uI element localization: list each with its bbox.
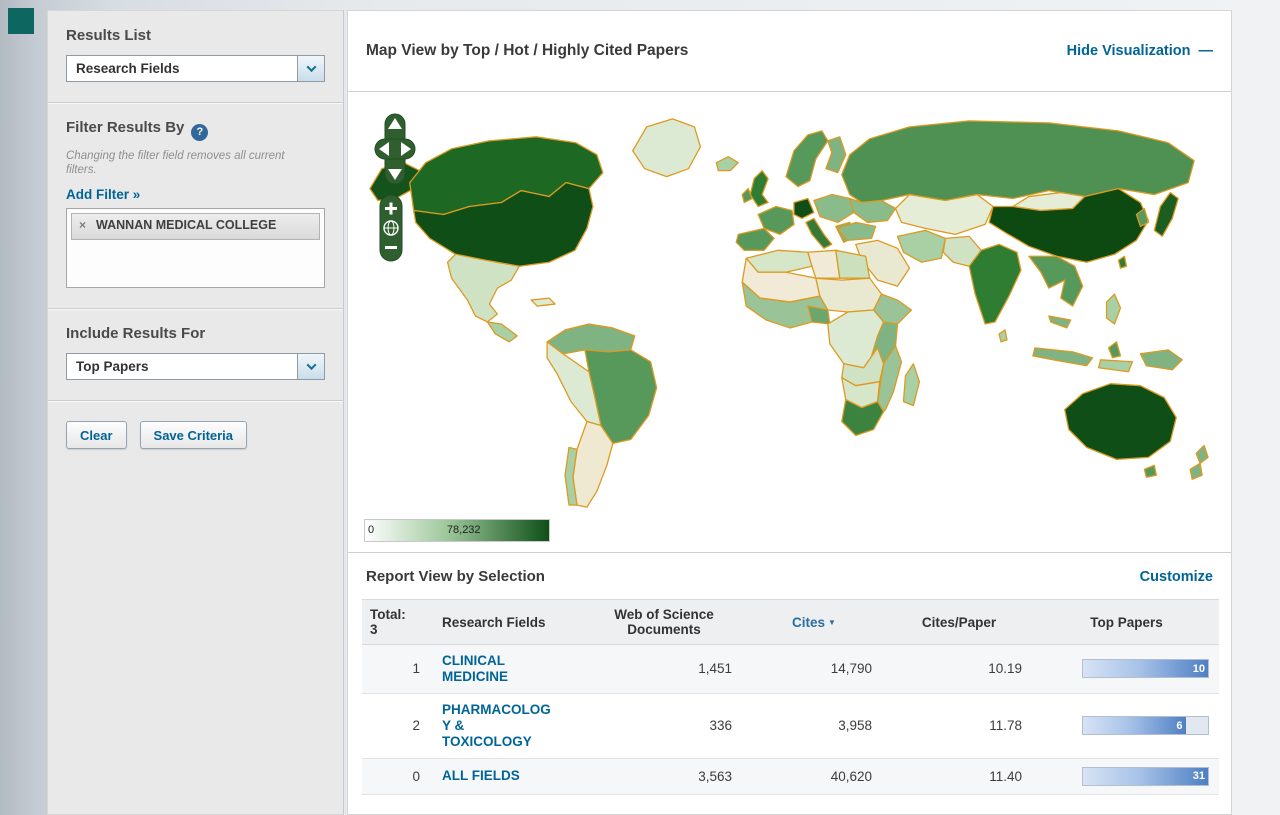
chevron-down-icon (306, 62, 316, 72)
main-panel: Map View by Top / Hot / Highly Cited Pap… (347, 10, 1232, 815)
include-results-title: Include Results For (66, 325, 325, 342)
active-filter-list: × WANNAN MEDICAL COLLEGE (66, 208, 325, 288)
dropdown-button[interactable] (297, 354, 324, 379)
filter-sidebar: Results List Research Fields Filter Resu… (47, 10, 344, 815)
map-view-title: Map View by Top / Hot / Highly Cited Pap… (366, 42, 688, 60)
clear-button[interactable]: Clear (66, 421, 127, 449)
chevron-down-icon (306, 361, 316, 371)
results-list-value: Research Fields (76, 61, 180, 76)
include-results-section: Include Results For Top Papers (48, 309, 343, 401)
include-results-value: Top Papers (76, 359, 149, 374)
cell-cites-per-paper: 10.19 (884, 645, 1034, 694)
table-row: 1 CLINICAL MEDICINE 1,451 14,790 10.19 1… (362, 645, 1219, 694)
legend-max-label: 78,232 (447, 524, 481, 536)
filter-results-section: Filter Results By? Changing the filter f… (48, 103, 343, 309)
map-region-europe (716, 131, 855, 250)
column-cites[interactable]: Cites▼ (744, 600, 884, 645)
cell-cites: 14,790 (744, 645, 884, 694)
cell-docs: 3,563 (584, 758, 744, 794)
cell-cites: 40,620 (744, 758, 884, 794)
sort-desc-icon: ▼ (828, 618, 836, 627)
report-view-header: Report View by Selection Customize (348, 552, 1231, 597)
cell-docs: 336 (584, 693, 744, 758)
zoom-out-icon (385, 246, 397, 249)
top-papers-value: 6 (1176, 720, 1185, 732)
table-header-row: Total: 3 Research Fields Web of Science … (362, 600, 1219, 645)
top-papers-bar: 10 (1082, 659, 1209, 678)
save-criteria-button[interactable]: Save Criteria (140, 421, 248, 449)
map-color-legend: 0 78,232 (364, 519, 550, 542)
cell-docs: 1,451 (584, 645, 744, 694)
table-row: 0 ALL FIELDS 3,563 40,620 11.40 31 (362, 758, 1219, 794)
map-zoom-control[interactable] (379, 194, 403, 262)
filter-note: Changing the filter field removes all cu… (66, 149, 311, 179)
report-view-title: Report View by Selection (366, 568, 545, 585)
top-papers-value: 10 (1193, 663, 1208, 675)
map-region-south-america (547, 324, 657, 507)
map-view-header: Map View by Top / Hot / Highly Cited Pap… (348, 11, 1231, 92)
cell-cites-per-paper: 11.40 (884, 758, 1034, 794)
include-results-dropdown[interactable]: Top Papers (66, 353, 325, 380)
results-list-dropdown[interactable]: Research Fields (66, 55, 325, 82)
results-list-title: Results List (66, 27, 325, 44)
research-field-link[interactable]: ALL FIELDS (442, 768, 554, 784)
column-cites-per-paper: Cites/Paper (884, 600, 1034, 645)
remove-filter-icon[interactable]: × (79, 218, 86, 232)
row-rank: 0 (362, 758, 434, 794)
research-field-link[interactable]: PHARMACOLOGY & TOXICOLOGY (442, 702, 554, 750)
collapse-dash-icon: — (1199, 43, 1214, 59)
esi-application: Results List Research Fields Filter Resu… (0, 0, 1280, 815)
results-list-section: Results List Research Fields (48, 11, 343, 103)
map-pan-control[interactable] (372, 112, 418, 186)
add-filter-link[interactable]: Add Filter » (66, 187, 140, 202)
research-field-link[interactable]: CLINICAL MEDICINE (442, 653, 554, 685)
row-rank: 1 (362, 645, 434, 694)
map-region-oceania (1065, 384, 1208, 480)
customize-link[interactable]: Customize (1140, 569, 1213, 585)
map-region-north-america (370, 119, 700, 342)
top-papers-bar: 6 (1082, 716, 1209, 735)
help-icon[interactable]: ? (191, 124, 208, 141)
row-rank: 2 (362, 693, 434, 758)
top-papers-bar: 31 (1082, 767, 1209, 786)
sidebar-buttons: Clear Save Criteria (48, 401, 343, 469)
cell-cites: 3,958 (744, 693, 884, 758)
cell-cites-per-paper: 11.78 (884, 693, 1034, 758)
world-map[interactable] (352, 98, 1228, 534)
dropdown-button[interactable] (297, 56, 324, 81)
collapse-panel-button[interactable] (8, 8, 34, 34)
map-area: 0 78,232 (348, 92, 1231, 552)
filter-chip-label: WANNAN MEDICAL COLLEGE (96, 218, 276, 232)
report-table: Total: 3 Research Fields Web of Science … (362, 599, 1219, 795)
filter-chip: × WANNAN MEDICAL COLLEGE (71, 213, 320, 240)
column-top-papers: Top Papers (1034, 600, 1219, 645)
table-row: 2 PHARMACOLOGY & TOXICOLOGY 336 3,958 11… (362, 693, 1219, 758)
column-research-fields: Research Fields (434, 600, 584, 645)
hide-visualization-link[interactable]: Hide Visualization— (1067, 43, 1213, 59)
column-total: Total: 3 (362, 600, 434, 645)
legend-min-label: 0 (368, 524, 374, 536)
filter-results-title: Filter Results By (66, 119, 184, 136)
top-papers-value: 31 (1193, 770, 1208, 782)
column-wos-documents: Web of Science Documents (584, 600, 744, 645)
